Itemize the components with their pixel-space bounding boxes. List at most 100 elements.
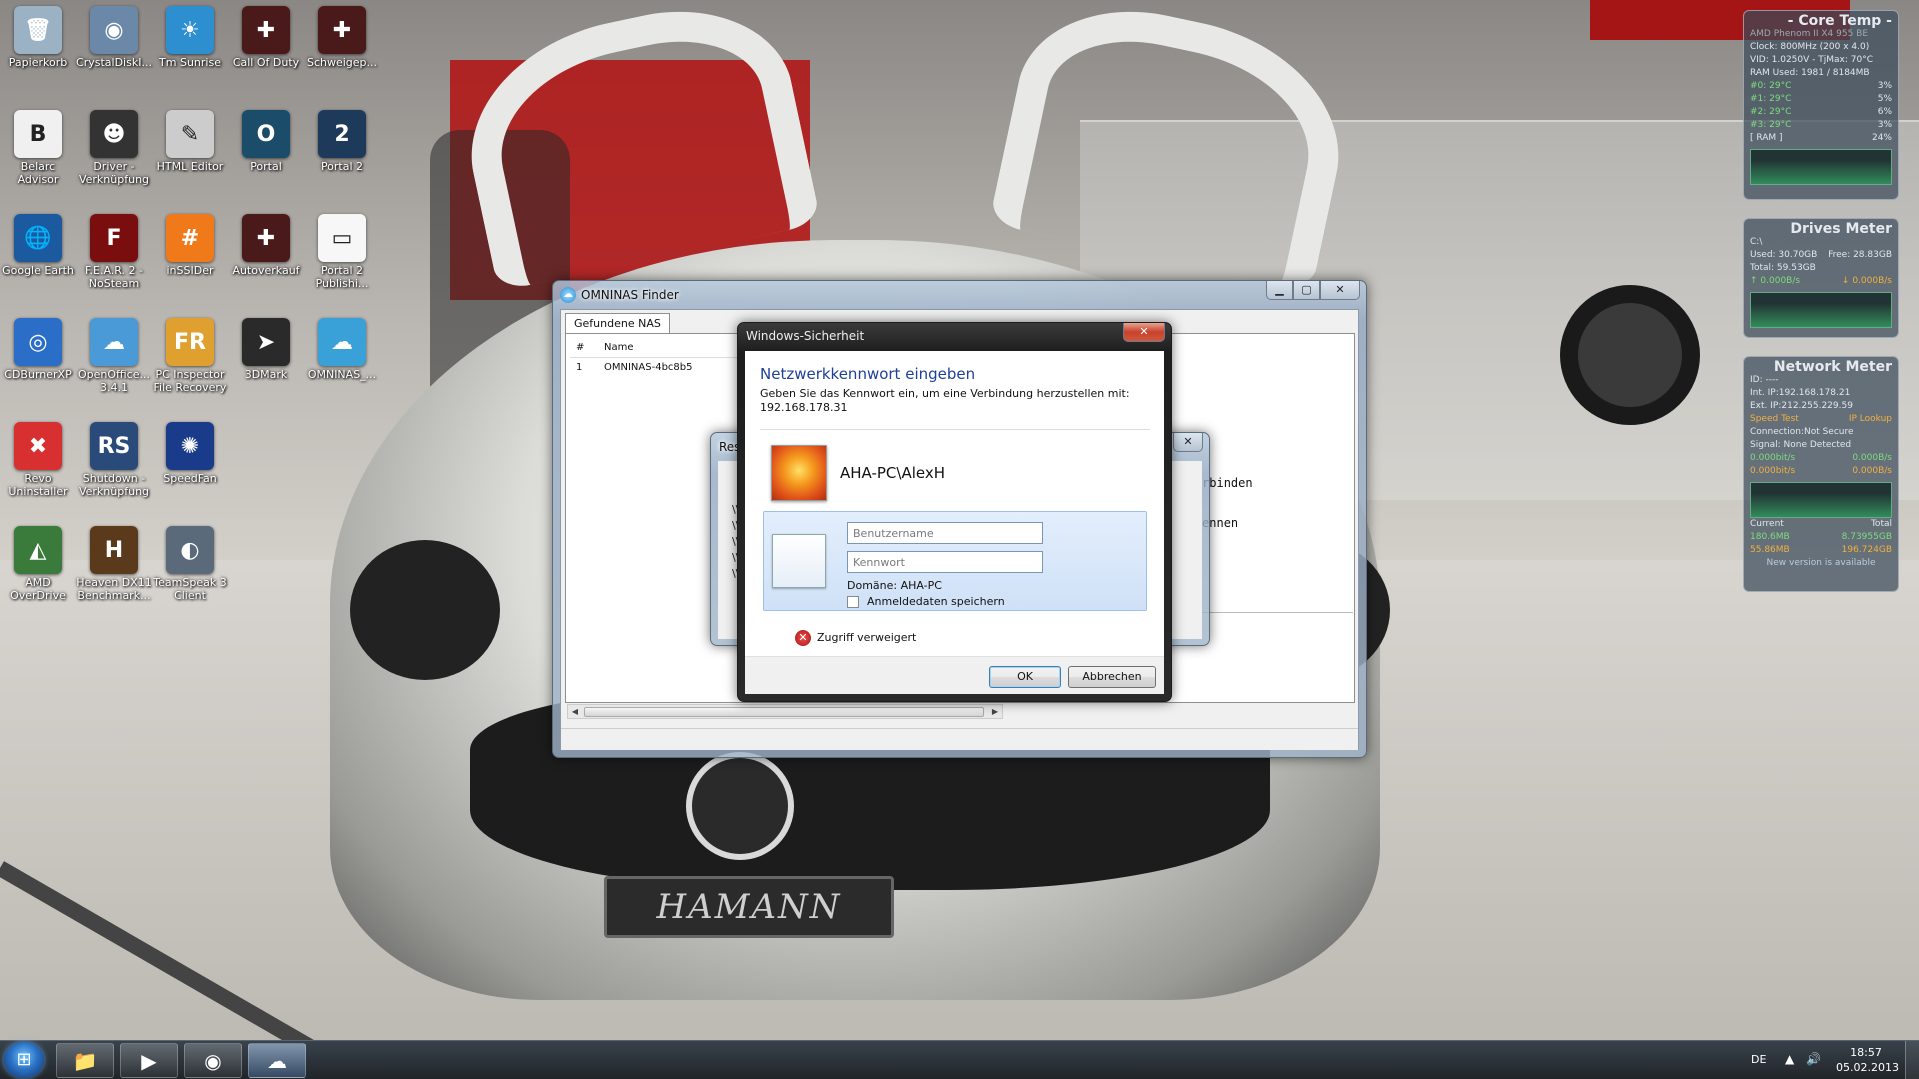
scroll-right-icon[interactable]: ▶ <box>988 705 1002 718</box>
column-number[interactable]: # <box>576 342 584 353</box>
drives-meter-gadget[interactable]: Drives Meter C:\ Used: 30.70GB Free: 28.… <box>1743 218 1899 338</box>
desktop-icon[interactable]: ☁ OpenOffice... 3.4.1 <box>76 312 152 408</box>
row-number: 1 <box>576 362 583 373</box>
media-player-icon: ▶ <box>141 1048 157 1073</box>
clock-time: 18:57 <box>1850 1046 1882 1059</box>
desktop-icon[interactable]: ✺ SpeedFan <box>152 416 228 512</box>
portal-icon: O <box>242 110 290 158</box>
desktop-icon[interactable]: ◐ TeamSpeak 3 Client <box>152 520 228 616</box>
desktop-icon-label: Google Earth <box>2 264 74 277</box>
language-indicator[interactable]: DE <box>1751 1053 1766 1066</box>
close-button[interactable]: ✕ <box>1123 323 1165 342</box>
desktop-icon[interactable]: ✚ Call Of Duty <box>228 0 304 96</box>
desktop-icon[interactable]: ☁ OMNINAS_... <box>304 312 380 408</box>
desktop-icon[interactable]: O Portal <box>228 104 304 200</box>
start-button[interactable]: ⊞ <box>4 1042 44 1078</box>
external-ip: Ext. IP:212.255.229.59 <box>1750 401 1853 411</box>
dialog-heading: Netzwerkkennwort eingeben <box>760 365 976 383</box>
chrome-icon: ◉ <box>204 1048 222 1073</box>
caption-buttons: ✕ <box>1123 323 1165 342</box>
explorer-icon: 📁 <box>72 1048 98 1073</box>
taskbar-button[interactable]: ◉ <box>184 1043 242 1078</box>
update-notice[interactable]: New version is available <box>1750 557 1892 570</box>
taskbar-clock[interactable]: 18:57 05.02.2013 <box>1836 1045 1899 1075</box>
desktop-icon[interactable]: F F.E.A.R. 2 - NoSteam <box>76 208 152 304</box>
taskbar-button[interactable]: 📁 <box>56 1043 114 1078</box>
desktop-icon-label: CrystalDiskI... <box>76 56 152 69</box>
desktop-icon[interactable]: # inSSIDer <box>152 208 228 304</box>
tray-expand-icon[interactable]: ▲ <box>1785 1052 1794 1066</box>
volume-icon[interactable]: 🔊 <box>1806 1052 1821 1066</box>
password-input[interactable] <box>847 551 1043 573</box>
taskbar-button[interactable]: ☁ <box>248 1043 306 1078</box>
scroll-left-icon[interactable]: ◀ <box>568 705 582 718</box>
tab-found-nas[interactable]: Gefundene NAS <box>565 313 670 333</box>
credential-tile-selected[interactable]: Domäne: AHA-PC Anmeldedaten speichern <box>763 511 1147 611</box>
desktop-icon[interactable]: ▭ Portal 2 Publishi... <box>304 208 380 304</box>
blank-user-icon <box>772 534 826 588</box>
desktop-icon[interactable]: RS Shutdown - Verknüpfung <box>76 416 152 512</box>
desktop-icon[interactable]: ◭ AMD OverDrive <box>0 520 76 616</box>
close-button[interactable]: ✕ <box>1320 281 1360 300</box>
cancel-button[interactable]: Abbrechen <box>1068 666 1156 688</box>
core-row: #0: 29°C 3% <box>1750 80 1892 93</box>
maximize-button[interactable]: ▢ <box>1293 281 1320 300</box>
desktop-icon[interactable]: H Heaven DX11 Benchmark... <box>76 520 152 616</box>
minimize-button[interactable]: ▁ <box>1266 281 1293 300</box>
core-row: #2: 29°C 6% <box>1750 106 1892 119</box>
disk-icon: ◉ <box>90 6 138 54</box>
close-button[interactable]: ✕ <box>1173 433 1203 452</box>
desktop-icon[interactable]: 🗑 Papierkorb <box>0 0 76 96</box>
desktop-icon[interactable]: ✎ HTML Editor <box>152 104 228 200</box>
amd-icon: ◭ <box>14 526 62 574</box>
wallpaper-car-logo <box>686 752 794 860</box>
desktop-icon-label: Heaven DX11 Benchmark... <box>76 576 152 602</box>
desktop-icon[interactable]: FR PC Inspector File Recovery <box>152 312 228 408</box>
remember-credentials-checkbox[interactable] <box>847 596 859 608</box>
column-name[interactable]: Name <box>604 342 634 353</box>
core-row: #1: 29°C 5% <box>1750 93 1892 106</box>
game-icon: ✚ <box>242 6 290 54</box>
desktop-icon-label: PC Inspector File Recovery <box>153 368 227 394</box>
saved-user-name[interactable]: AHA-PC\AlexH <box>840 464 945 482</box>
dialog-client: Netzwerkkennwort eingeben Geben Sie das … <box>745 351 1164 694</box>
desktop-icon[interactable]: ➤ 3DMark <box>228 312 304 408</box>
desktop-icon[interactable]: ◎ CDBurnerXP <box>0 312 76 408</box>
dialog-title: Windows-Sicherheit <box>746 329 865 343</box>
desktop-icon-label: HTML Editor <box>156 160 224 173</box>
desktop-icon-label: Tm Sunrise <box>159 56 221 69</box>
network-meter-gadget[interactable]: Network Meter ID: ---- Int. IP:192.168.1… <box>1743 356 1899 592</box>
connection-status: Connection:Not Secure <box>1750 427 1854 437</box>
desktop-icon[interactable]: ◉ CrystalDiskI... <box>76 0 152 96</box>
desktop-icon[interactable]: ☀ Tm Sunrise <box>152 0 228 96</box>
remember-credentials-label[interactable]: Anmeldedaten speichern <box>867 595 1005 608</box>
desktop-icon-label: Portal <box>250 160 282 173</box>
ip-lookup-link[interactable]: IP Lookup <box>1849 413 1892 426</box>
core-temp: #1: 29°C <box>1750 94 1792 104</box>
core-temp-gadget[interactable]: - Core Temp - AMD Phenom II X4 955 BE Cl… <box>1743 10 1899 200</box>
desktop-icon[interactable]: 🌐 Google Earth <box>0 208 76 304</box>
scroll-thumb[interactable] <box>584 707 984 717</box>
desktop-icon-label: Driver - Verknüpfung <box>78 160 150 186</box>
teamspeak-icon: ◐ <box>166 526 214 574</box>
network-meter-title: Network Meter <box>1773 359 1892 375</box>
speed-test-link[interactable]: Speed Test <box>1750 413 1799 426</box>
omninas-icon: ☁ <box>267 1048 287 1073</box>
driver-icon: ☻ <box>90 110 138 158</box>
horizontal-scrollbar[interactable]: ◀ ▶ <box>567 704 1003 719</box>
username-input[interactable] <box>847 522 1043 544</box>
desktop-icon[interactable]: ✚ Schweigep... <box>304 0 380 96</box>
desktop-icon[interactable]: 2 Portal 2 <box>304 104 380 200</box>
desktop-icon[interactable]: ✖ Revo Uninstaller <box>0 416 76 512</box>
desktop-icon[interactable]: ☻ Driver - Verknüpfung <box>76 104 152 200</box>
desktop-icon[interactable]: ✚ Autoverkauf <box>228 208 304 304</box>
download-bytes: 0.000B/s <box>1852 466 1892 476</box>
target-address: 192.168.178.31 <box>760 401 848 414</box>
desktop-icon[interactable]: B Belarc Advisor <box>0 104 76 200</box>
ok-button[interactable]: OK <box>989 666 1061 688</box>
windows-security-dialog[interactable]: Windows-Sicherheit ✕ Netzwerkkennwort ei… <box>737 322 1172 702</box>
show-desktop-button[interactable] <box>1905 1041 1919 1079</box>
taskbar-button[interactable]: ▶ <box>120 1043 178 1078</box>
user-avatar-icon[interactable] <box>771 445 827 501</box>
globe-icon: 🌐 <box>14 214 62 262</box>
